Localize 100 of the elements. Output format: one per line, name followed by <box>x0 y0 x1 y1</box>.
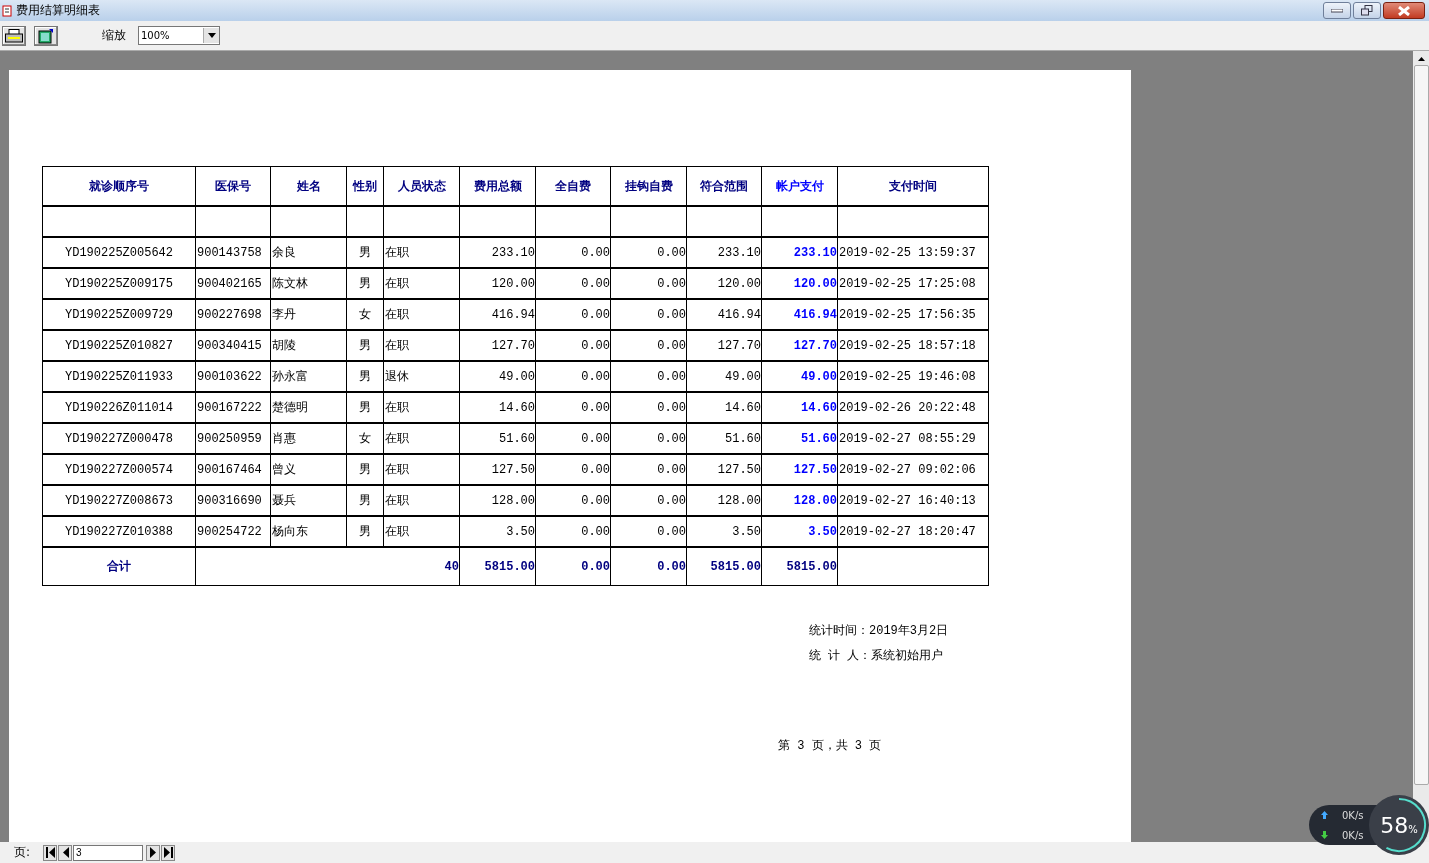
zoom-dropdown[interactable]: 100% <box>138 26 220 45</box>
table-cell: 416.94 <box>686 300 761 329</box>
table-cell: 0.00 <box>610 486 686 515</box>
table-cell: 0.00 <box>535 424 610 453</box>
table-cell: 男 <box>346 517 383 546</box>
column-header: 挂钩自费 <box>610 167 686 205</box>
previous-page-button[interactable] <box>58 844 73 861</box>
table-cell: 416.94 <box>761 300 837 329</box>
table-cell: 51.60 <box>686 424 761 453</box>
total-cell: 0.00 <box>610 548 686 585</box>
table-cell: 在职 <box>383 424 459 453</box>
first-page-button[interactable] <box>43 844 58 861</box>
last-page-button[interactable] <box>161 844 176 861</box>
table-cell: 3.50 <box>686 517 761 546</box>
total-cell: 5815.00 <box>686 548 761 585</box>
export-button[interactable] <box>34 25 58 46</box>
table-cell: 在职 <box>383 300 459 329</box>
table-cell: 杨向东 <box>270 517 346 546</box>
table-cell: 127.70 <box>761 331 837 360</box>
table-cell: 0.00 <box>610 331 686 360</box>
table-cell: 120.00 <box>761 269 837 298</box>
page-number-field[interactable]: 3 <box>73 844 144 861</box>
table-cell: 男 <box>346 238 383 267</box>
table-cell: 男 <box>346 269 383 298</box>
column-header: 性别 <box>346 167 383 205</box>
first-page-icon <box>45 847 55 858</box>
table-cell: 2019-02-25 17:25:08 <box>837 269 988 298</box>
table-cell: 127.70 <box>459 331 535 360</box>
column-header: 费用总额 <box>459 167 535 205</box>
column-header: 帐户支付 <box>761 167 837 205</box>
table-cell: 胡陵 <box>270 331 346 360</box>
table-cell: 退休 <box>383 362 459 391</box>
table-cell: 女 <box>346 300 383 329</box>
table-cell: 900227698 <box>195 300 270 329</box>
table-cell: 127.50 <box>459 455 535 484</box>
table-cell: 900254722 <box>195 517 270 546</box>
table-cell: 49.00 <box>761 362 837 391</box>
table-cell: 0.00 <box>535 331 610 360</box>
restore-icon <box>1361 5 1373 16</box>
table-cell: 女 <box>346 424 383 453</box>
table-cell: 233.10 <box>686 238 761 267</box>
table-cell: 2019-02-25 19:46:08 <box>837 362 988 391</box>
table-cell: 900167464 <box>195 455 270 484</box>
minimize-icon <box>1331 8 1343 13</box>
table-cell: 男 <box>346 486 383 515</box>
table-cell-text: YD190225Z009175 <box>64 275 174 293</box>
table-cell: 0.00 <box>535 362 610 391</box>
table-cell: 聂兵 <box>270 486 346 515</box>
table-cell: 0.00 <box>535 455 610 484</box>
next-icon <box>149 847 157 858</box>
table-cell: 在职 <box>383 269 459 298</box>
table-cell: 127.50 <box>686 455 761 484</box>
table-cell: 900316690 <box>195 486 270 515</box>
table-cell: 男 <box>346 455 383 484</box>
column-header: 医保号 <box>195 167 270 205</box>
table-cell: 3.50 <box>761 517 837 546</box>
print-button[interactable] <box>2 25 26 46</box>
table-cell: 2019-02-27 08:55:29 <box>837 424 988 453</box>
table-cell-text: YD190227Z000574 <box>64 461 174 479</box>
minimize-button[interactable] <box>1323 2 1351 19</box>
table-cell: 在职 <box>383 455 459 484</box>
table-cell: 0.00 <box>610 455 686 484</box>
upload-arrow-icon <box>1321 811 1328 819</box>
table-cell: 128.00 <box>761 486 837 515</box>
download-arrow-icon <box>1321 831 1328 839</box>
table-cell: 900167222 <box>195 393 270 422</box>
table-cell: 2019-02-27 09:02:06 <box>837 455 988 484</box>
table-cell-text: YD190225Z005642 <box>64 244 174 262</box>
usage-percent: 58% <box>1380 812 1418 838</box>
table-cell: 14.60 <box>459 393 535 422</box>
table-cell: 男 <box>346 362 383 391</box>
scroll-up-arrow-icon[interactable] <box>1417 57 1425 61</box>
table-cell: 男 <box>346 331 383 360</box>
table-cell-text: YD190225Z009729 <box>64 306 174 324</box>
close-button[interactable] <box>1383 2 1425 19</box>
column-header: 全自费 <box>535 167 610 205</box>
table-cell: 900402165 <box>195 269 270 298</box>
table-cell: 2019-02-26 20:22:48 <box>837 393 988 422</box>
upload-speed: 0K/s <box>1342 809 1364 821</box>
table-cell: 127.70 <box>686 331 761 360</box>
table-cell: 3.50 <box>459 517 535 546</box>
table-cell: 李丹 <box>270 300 346 329</box>
table-cell: 0.00 <box>610 424 686 453</box>
table-cell: 416.94 <box>459 300 535 329</box>
previous-icon <box>61 847 69 858</box>
table-cell: 0.00 <box>610 362 686 391</box>
table-cell: 900340415 <box>195 331 270 360</box>
table-cell: 2019-02-27 18:20:47 <box>837 517 988 546</box>
restore-button[interactable] <box>1353 2 1381 19</box>
table-cell: 0.00 <box>610 269 686 298</box>
app-icon <box>2 4 12 17</box>
table-cell: 128.00 <box>686 486 761 515</box>
table-cell-text: YD190227Z000478 <box>64 430 174 448</box>
table-cell-text: YD190225Z011933 <box>64 368 174 386</box>
table-cell: 2019-02-25 13:59:37 <box>837 238 988 267</box>
column-header: 姓名 <box>270 167 346 205</box>
table-cell: 0.00 <box>610 300 686 329</box>
next-page-button[interactable] <box>146 844 161 861</box>
table-cell-text: YD190227Z008673 <box>64 492 174 510</box>
column-header: 人员状态 <box>383 167 459 205</box>
